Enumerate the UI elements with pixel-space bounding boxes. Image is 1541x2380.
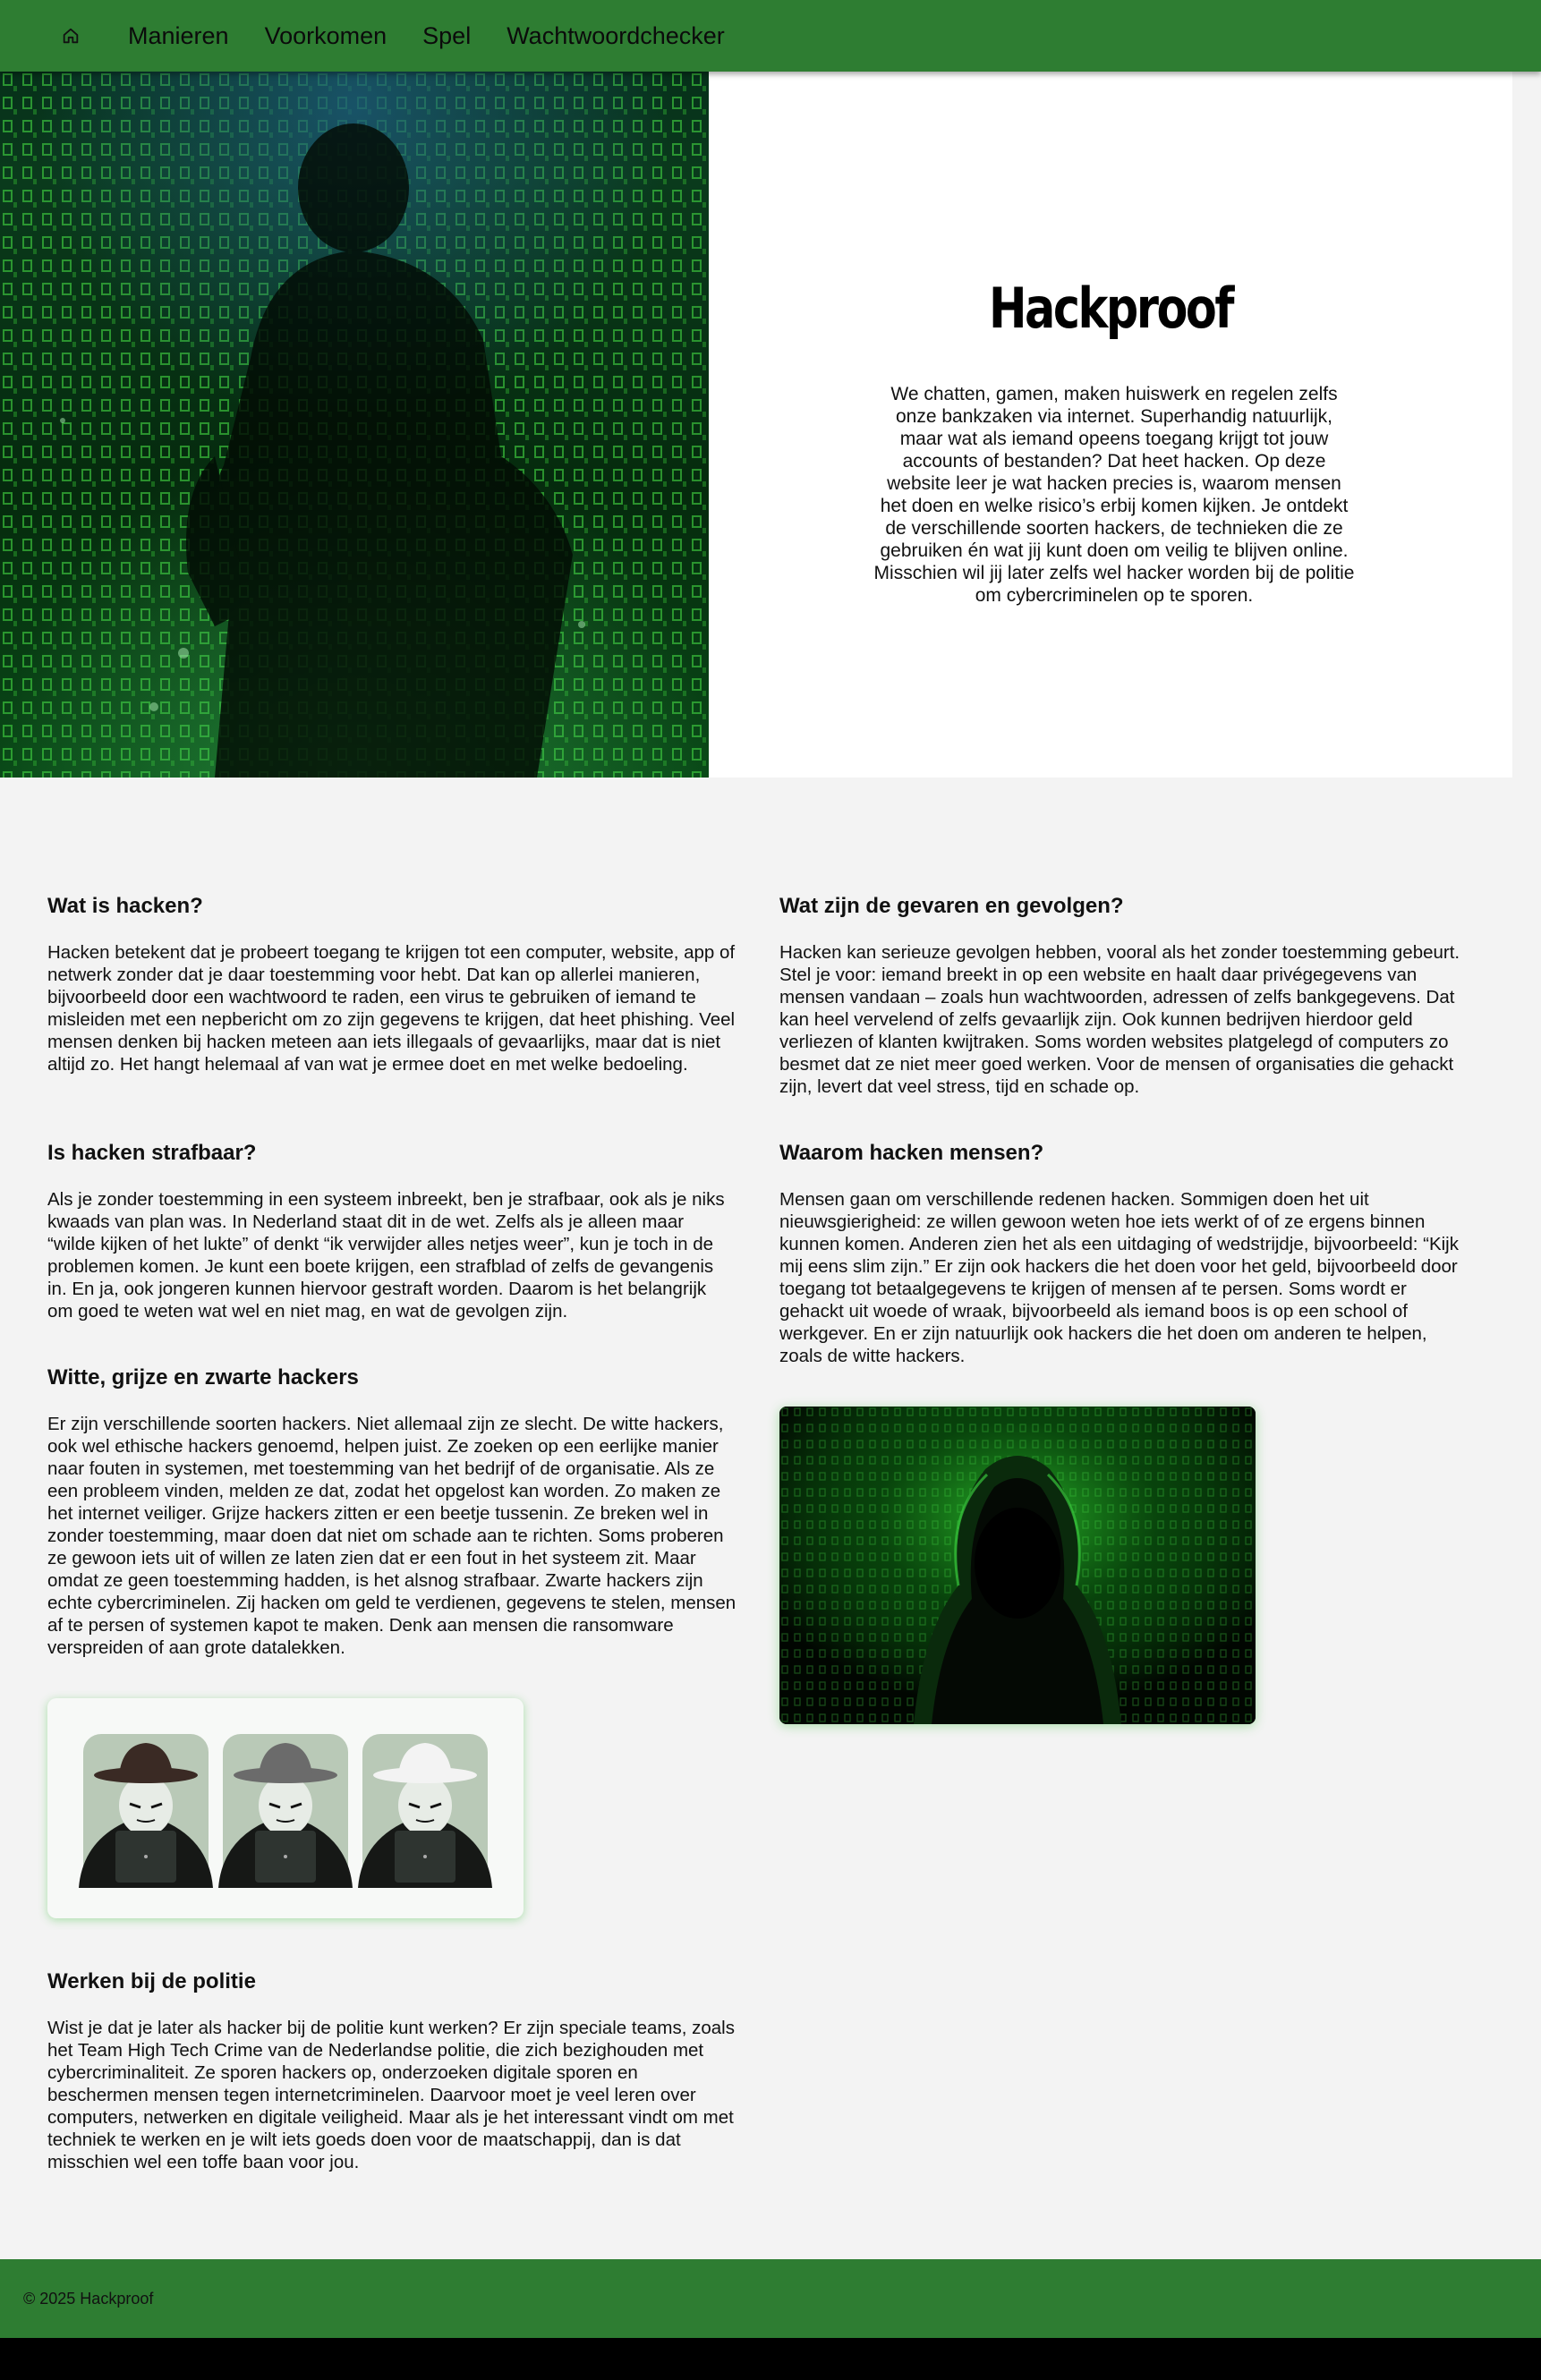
nav-links: Manieren Voorkomen Spel Wachtwoordchecke… (128, 0, 761, 72)
white-hat-hacker-figure (358, 1734, 492, 1888)
hero-title: Hackproof (988, 276, 1235, 341)
home-icon[interactable] (59, 24, 82, 47)
section-text: Wist je dat je later als hacker bij de p… (47, 2018, 735, 2172)
section-text: Er zijn verschillende soorten hackers. N… (47, 1414, 736, 1658)
hacker-types-illustration (47, 1698, 524, 1918)
section-text: Als je zonder toestemming in een systeem… (47, 1189, 725, 1322)
section-text: Hacken kan serieuze gevolgen hebben, voo… (779, 942, 1460, 1097)
hooded-hacker-image (779, 1407, 1256, 1724)
section-text: Mensen gaan om verschillende redenen hac… (779, 1189, 1459, 1366)
black-hat-hacker-figure (79, 1734, 213, 1888)
section-title: Wat is hacken? (47, 894, 203, 918)
section-title: Werken bij de politie (47, 1969, 256, 1993)
nav-link-spel[interactable]: Spel (422, 22, 471, 50)
section-text: Hacken betekent dat je probeert toegang … (47, 942, 736, 1075)
section-title: Waarom hacken mensen? (779, 1141, 1044, 1165)
nav-link-wachtwoordchecker[interactable]: Wachtwoordchecker (507, 22, 725, 50)
section-title: Is hacken strafbaar? (47, 1141, 257, 1165)
grey-hat-hacker-figure (218, 1734, 353, 1888)
section-title: Wat zijn de gevaren en gevolgen? (779, 894, 1124, 918)
hero-panel: Hackproof We chatten, gamen, maken huisw… (709, 72, 1512, 778)
top-navigation: Manieren Voorkomen Spel Wachtwoordchecke… (0, 0, 1541, 72)
hero-intro-text: We chatten, gamen, maken huiswerk en reg… (873, 384, 1355, 606)
hero-matrix-image (0, 72, 709, 778)
footer: © 2025 Hackproof (0, 2259, 1541, 2338)
nav-link-manieren[interactable]: Manieren (128, 22, 229, 50)
footer-copyright: © 2025 Hackproof (23, 2290, 154, 2308)
nav-link-voorkomen[interactable]: Voorkomen (265, 22, 387, 50)
section-title: Witte, grijze en zwarte hackers (47, 1365, 359, 1390)
page: Manieren Voorkomen Spel Wachtwoordchecke… (0, 0, 1541, 2338)
